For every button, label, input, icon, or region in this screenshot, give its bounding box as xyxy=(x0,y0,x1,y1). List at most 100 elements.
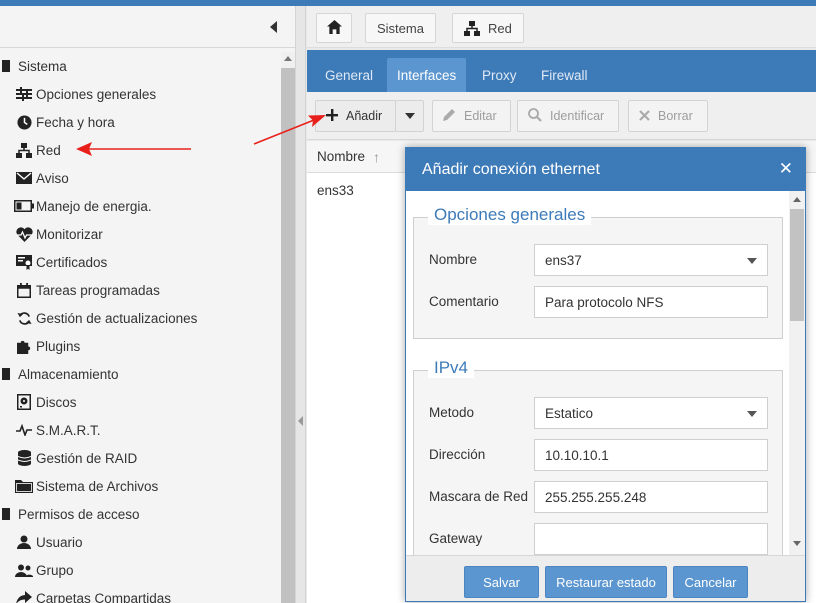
sidebar-item-aviso[interactable]: Aviso xyxy=(0,164,280,192)
tab-interfaces[interactable]: Interfaces xyxy=(387,58,467,92)
permissions-icon xyxy=(0,506,14,522)
certificate-icon xyxy=(14,254,34,270)
general-options-legend: Opciones generales xyxy=(428,205,592,225)
add-ethernet-dialog: Añadir conexión ethernet ✕ Opciones gene… xyxy=(405,147,806,602)
search-icon xyxy=(528,107,542,125)
collapse-sidebar-icon[interactable] xyxy=(270,21,277,33)
refresh-icon xyxy=(14,310,34,326)
dialog-scrollbar[interactable] xyxy=(789,191,805,555)
ipv4-legend: IPv4 xyxy=(428,358,475,378)
close-icon xyxy=(639,109,650,124)
breadcrumb-home[interactable] xyxy=(316,13,352,43)
sidebar-item-monitorizar[interactable]: Monitorizar xyxy=(0,220,280,248)
reset-button[interactable]: Restaurar estado xyxy=(545,566,667,598)
sidebar-header xyxy=(0,6,295,48)
scroll-up-icon[interactable] xyxy=(284,56,292,61)
mask-row: Mascara de Red 255.255.255.248 xyxy=(414,481,784,513)
address-row: Dirección 10.10.10.1 xyxy=(414,439,784,471)
ipv4-fieldset: IPv4 Metodo Estatico Dirección 10.10.10.… xyxy=(413,358,784,555)
sidebar-scrollbar-thumb[interactable] xyxy=(281,68,295,603)
comment-field[interactable]: Para protocolo NFS xyxy=(534,286,768,318)
sidebar-item-opciones-generales[interactable]: Opciones generales xyxy=(0,80,280,108)
puzzle-icon xyxy=(14,338,34,354)
sidebar-item-plugins[interactable]: Plugins xyxy=(0,332,280,360)
sidebar-item-permisos-de-acceso[interactable]: Permisos de acceso xyxy=(0,500,280,528)
sidebar-item-discos[interactable]: Discos xyxy=(0,388,280,416)
dialog-scrollbar-thumb[interactable] xyxy=(790,209,804,321)
share-icon xyxy=(14,590,34,603)
splitter-collapse-icon[interactable] xyxy=(298,416,303,426)
add-dropdown-button[interactable] xyxy=(395,100,424,132)
sidebar-item-gestion-de-actualizaciones[interactable]: Gestión de actualizaciones xyxy=(0,304,280,332)
breadcrumb-red[interactable]: Red xyxy=(452,13,524,43)
scroll-down-icon[interactable] xyxy=(793,541,801,546)
sidebar-item-fecha-y-hora[interactable]: Fecha y hora xyxy=(0,108,280,136)
tab-bar: General Interfaces Proxy Firewall xyxy=(307,50,816,92)
sidebar-item-sistema[interactable]: Sistema xyxy=(0,52,280,80)
navigation-tree: Sistema Opciones generales Fecha y hora … xyxy=(0,52,280,603)
address-field[interactable]: 10.10.10.1 xyxy=(534,439,768,471)
group-icon xyxy=(14,562,34,578)
sidebar-item-tareas-programadas[interactable]: Tareas programadas xyxy=(0,276,280,304)
chevron-down-icon[interactable] xyxy=(747,258,757,264)
storage-icon xyxy=(0,366,14,382)
chevron-down-icon xyxy=(404,113,415,119)
battery-icon xyxy=(14,198,34,214)
disk-icon xyxy=(14,394,34,410)
netmask-field[interactable]: 255.255.255.248 xyxy=(534,481,768,513)
sidebar-item-sistema-de-archivos[interactable]: Sistema de Archivos xyxy=(0,472,280,500)
database-icon xyxy=(14,450,34,466)
envelope-icon xyxy=(14,170,34,186)
clock-icon xyxy=(14,114,34,130)
pulse-icon xyxy=(14,422,34,438)
method-select[interactable]: Estatico xyxy=(534,397,768,429)
gateway-field[interactable] xyxy=(534,523,768,555)
user-icon xyxy=(14,534,34,550)
sidebar-item-usuario[interactable]: Usuario xyxy=(0,528,280,556)
gateway-row: Gateway xyxy=(414,523,784,555)
tab-proxy[interactable]: Proxy xyxy=(472,58,527,92)
dialog-footer: Salvar Restaurar estado Cancelar xyxy=(406,555,805,601)
breadcrumb: Sistema Red xyxy=(307,6,816,48)
annotation-arrow-red xyxy=(76,142,191,156)
network-icon xyxy=(464,20,480,36)
name-combo[interactable]: ens37 xyxy=(534,244,768,276)
sort-ascending-icon: ↑ xyxy=(373,148,381,165)
dialog-form: Opciones generales Nombre ens37 Comentar… xyxy=(406,191,805,555)
cancel-button[interactable]: Cancelar xyxy=(673,566,748,598)
navigation-sidebar: Sistema Opciones generales Fecha y hora … xyxy=(0,6,296,603)
sidebar-item-carpetas-compartidas[interactable]: Carpetas Compartidas xyxy=(0,584,280,603)
scroll-up-icon[interactable] xyxy=(793,197,801,202)
sidebar-item-certificados[interactable]: Certificados xyxy=(0,248,280,276)
general-options-fieldset: Opciones generales Nombre ens37 Comentar… xyxy=(413,205,784,339)
calendar-icon xyxy=(14,282,34,298)
chevron-down-icon[interactable] xyxy=(747,411,757,417)
network-icon xyxy=(14,142,34,158)
sidebar-item-gestion-de-raid[interactable]: Gestión de RAID xyxy=(0,444,280,472)
sidebar-item-manejo-de-energia[interactable]: Manejo de energia. xyxy=(0,192,280,220)
save-button[interactable]: Salvar xyxy=(464,566,539,598)
tab-general[interactable]: General xyxy=(315,58,383,92)
identify-button[interactable]: Identificar xyxy=(517,100,619,132)
annotation-arrow-add xyxy=(253,115,326,145)
edit-button[interactable]: Editar xyxy=(432,100,511,132)
system-icon xyxy=(0,58,14,74)
name-row: Nombre ens37 xyxy=(414,244,784,276)
tab-firewall[interactable]: Firewall xyxy=(531,58,598,92)
sidebar-item-smart[interactable]: S.M.A.R.T. xyxy=(0,416,280,444)
sidebar-item-almacenamiento[interactable]: Almacenamiento xyxy=(0,360,280,388)
close-dialog-icon[interactable]: ✕ xyxy=(779,159,793,179)
comment-row: Comentario Para protocolo NFS xyxy=(414,286,784,318)
delete-button[interactable]: Borrar xyxy=(628,100,708,132)
home-icon xyxy=(326,19,342,37)
pencil-icon xyxy=(443,108,456,124)
interfaces-toolbar: Añadir Editar Identificar Borrar xyxy=(307,92,816,140)
breadcrumb-sistema[interactable]: Sistema xyxy=(365,13,436,43)
dialog-title-bar: Añadir conexión ethernet ✕ xyxy=(406,148,805,191)
heartbeat-icon xyxy=(14,226,34,242)
sliders-icon xyxy=(14,86,34,102)
panel-splitter[interactable] xyxy=(296,6,306,603)
folder-icon xyxy=(14,478,34,494)
method-row: Metodo Estatico xyxy=(414,397,784,429)
sidebar-item-grupo[interactable]: Grupo xyxy=(0,556,280,584)
